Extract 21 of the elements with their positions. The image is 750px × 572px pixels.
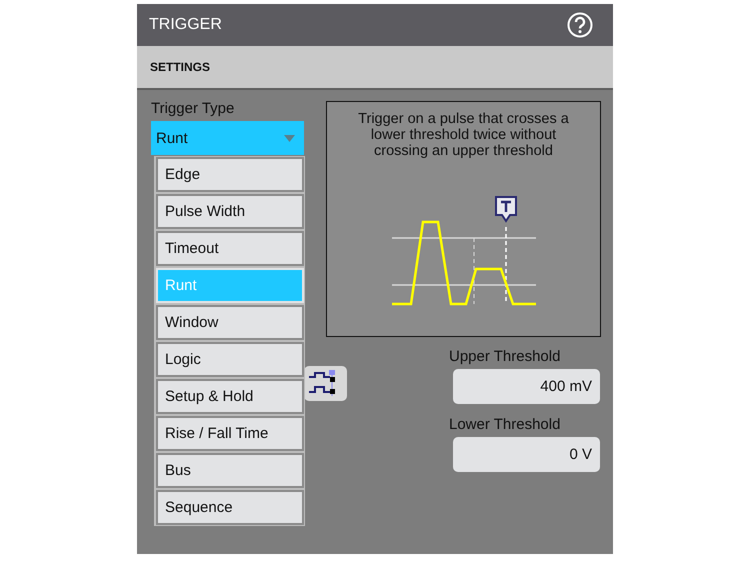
- trigger-type-option[interactable]: Edge: [156, 157, 304, 192]
- description-text: Trigger on a pulse that crosses a lower threshold twice without crossing an upper threshold: [357, 111, 570, 159]
- trigger-type-option[interactable]: Bus: [156, 453, 304, 488]
- help-icon[interactable]: [567, 12, 593, 38]
- lower-threshold-label: Lower Threshold: [449, 416, 562, 433]
- caret-icon: [284, 134, 295, 142]
- trigger-type-option[interactable]: Timeout: [156, 231, 304, 266]
- panel-title: TRIGGER: [149, 16, 222, 34]
- trigger-type-option[interactable]: Window: [156, 305, 304, 340]
- waveform-button[interactable]: [304, 366, 347, 401]
- trigger-type-option[interactable]: Rise / Fall Time: [156, 416, 304, 451]
- trigger-type-option[interactable]: Pulse Width: [156, 194, 304, 229]
- trigger-type-dropdown[interactable]: Runt: [151, 121, 304, 155]
- upper-threshold-label: Upper Threshold: [449, 348, 562, 365]
- trigger-type-option[interactable]: Sequence: [156, 490, 304, 525]
- trigger-type-label: Trigger Type: [151, 100, 236, 117]
- trigger-type-option[interactable]: Logic: [156, 342, 304, 377]
- lower-threshold-field[interactable]: 0 V: [453, 437, 600, 472]
- section-title: SETTINGS: [150, 60, 210, 74]
- upper-threshold-field[interactable]: 400 mV: [453, 369, 600, 404]
- trigger-type-option[interactable]: Setup & Hold: [156, 379, 304, 414]
